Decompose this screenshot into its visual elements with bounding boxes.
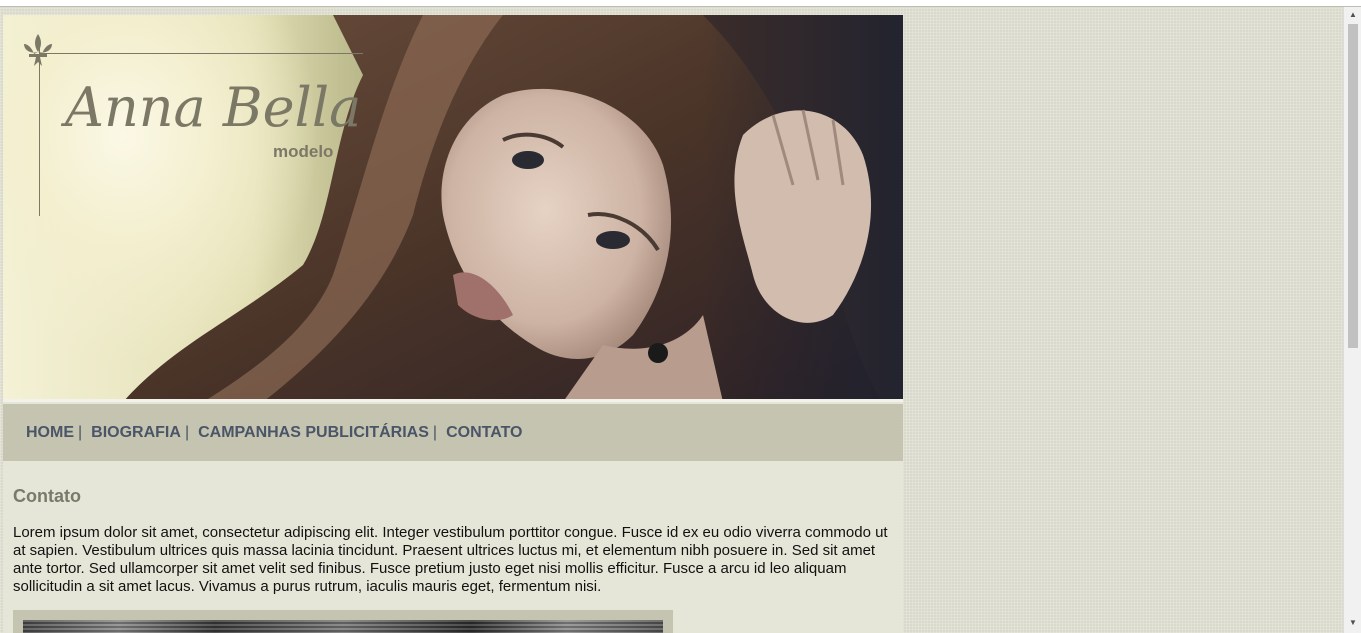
header-banner: Anna Bella modelo [3, 15, 903, 402]
main-content: Contato Lorem ipsum dolor sit amet, cons… [13, 486, 893, 596]
triangle-up-icon[interactable]: ▲ [1344, 7, 1361, 23]
nav-separator: | [78, 424, 83, 441]
logo-horizontal-rule [39, 53, 363, 54]
logo-vertical-rule [39, 45, 40, 216]
nav-separator: | [432, 424, 438, 441]
nav-link-campanhas[interactable]: CAMPANHAS PUBLICITÁRIAS [198, 424, 429, 441]
main-navigation: HOME | BIOGRAFIA | CAMPANHAS PUBLICITÁRI… [3, 404, 903, 461]
nav-separator: | [184, 424, 190, 441]
vertical-scrollbar[interactable]: ▲ ▼ [1343, 7, 1361, 633]
brand-name: Anna Bella [65, 76, 362, 139]
fleur-de-lis-icon [24, 34, 52, 66]
scrollbar-thumb[interactable] [1348, 24, 1358, 348]
gallery-image [23, 620, 663, 633]
nav-link-biografia[interactable]: BIOGRAFIA [91, 424, 181, 441]
nav-link-contato[interactable]: CONTATO [446, 424, 522, 441]
browser-top-edge [0, 0, 1361, 7]
nav-link-home[interactable]: HOME [26, 424, 74, 441]
model-photo [123, 15, 903, 402]
nav-item-contato[interactable]: CONTATO [446, 424, 522, 442]
nav-item-campanhas[interactable]: CAMPANHAS PUBLICITÁRIAS [198, 424, 429, 442]
body-paragraph: Lorem ipsum dolor sit amet, consectetur … [13, 524, 888, 595]
page-container: Anna Bella modelo HOME | BIOGRAFIA | CAM… [3, 15, 903, 633]
nav-item-biografia[interactable]: BIOGRAFIA [91, 424, 181, 442]
banner-bottom-border [3, 399, 903, 402]
brand-subtitle: modelo [273, 142, 334, 161]
photo-frame [13, 610, 673, 633]
page-title: Contato [13, 486, 81, 506]
nav-item-home[interactable]: HOME [26, 424, 74, 442]
triangle-down-icon[interactable]: ▼ [1344, 615, 1361, 631]
